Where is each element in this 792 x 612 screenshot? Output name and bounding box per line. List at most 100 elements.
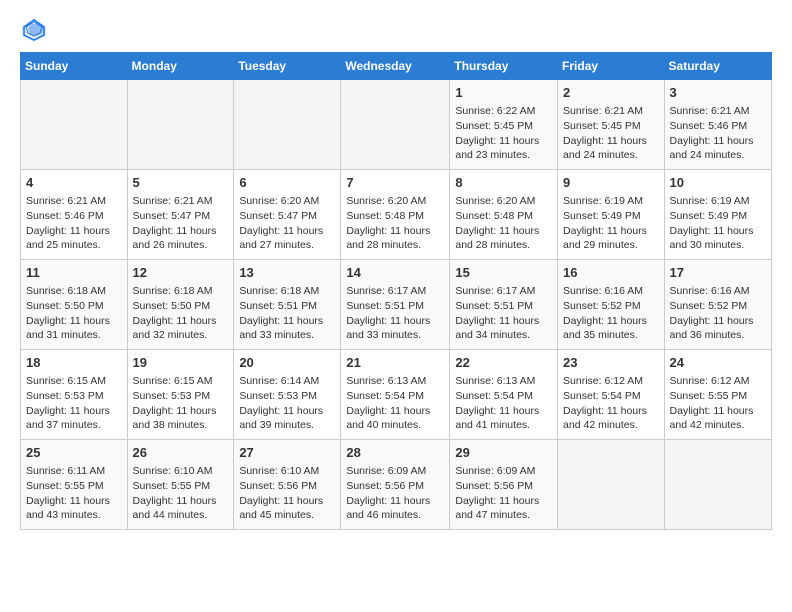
calendar-cell: 5 Sunrise: 6:21 AM Sunset: 5:47 PM Daylig…	[127, 170, 234, 260]
calendar-cell: 12 Sunrise: 6:18 AM Sunset: 5:50 PM Dayli…	[127, 260, 234, 350]
calendar-cell: 9 Sunrise: 6:19 AM Sunset: 5:49 PM Daylig…	[558, 170, 665, 260]
day-number: 13	[239, 264, 335, 282]
day-number: 22	[455, 354, 552, 372]
calendar-cell: 7 Sunrise: 6:20 AM Sunset: 5:48 PM Daylig…	[341, 170, 450, 260]
calendar-cell: 10Sunrise: 6:19 AM Sunset: 5:49 PM Dayli…	[664, 170, 771, 260]
cell-content: Sunrise: 6:15 AM Sunset: 5:53 PM Dayligh…	[133, 374, 229, 433]
cell-content: Sunrise: 6:17 AM Sunset: 5:51 PM Dayligh…	[346, 284, 444, 343]
cell-content: Sunrise: 6:20 AM Sunset: 5:48 PM Dayligh…	[455, 194, 552, 253]
cell-content: Sunrise: 6:10 AM Sunset: 5:56 PM Dayligh…	[239, 464, 335, 523]
calendar-cell: 25 Sunrise: 6:11 AM Sunset: 5:55 PM Dayli…	[21, 440, 128, 530]
day-number: 29	[455, 444, 552, 462]
day-number: 23	[563, 354, 659, 372]
calendar-cell	[341, 80, 450, 170]
column-header-monday: Monday	[127, 53, 234, 80]
calendar-cell: 16 Sunrise: 6:16 AM Sunset: 5:52 PM Dayli…	[558, 260, 665, 350]
calendar-cell: 15 Sunrise: 6:17 AM Sunset: 5:51 PM Dayli…	[450, 260, 558, 350]
calendar-cell: 24 Sunrise: 6:12 AM Sunset: 5:55 PM Dayli…	[664, 350, 771, 440]
cell-content: Sunrise: 6:17 AM Sunset: 5:51 PM Dayligh…	[455, 284, 552, 343]
day-number: 21	[346, 354, 444, 372]
day-number: 25	[26, 444, 122, 462]
cell-content: Sunrise: 6:16 AM Sunset: 5:52 PM Dayligh…	[670, 284, 766, 343]
calendar-cell: 21 Sunrise: 6:13 AM Sunset: 5:54 PM Dayli…	[341, 350, 450, 440]
cell-content: Sunrise: 6:09 AM Sunset: 5:56 PM Dayligh…	[346, 464, 444, 523]
day-number: 9	[563, 174, 659, 192]
calendar-cell: 13 Sunrise: 6:18 AM Sunset: 5:51 PM Dayli…	[234, 260, 341, 350]
day-number: 16	[563, 264, 659, 282]
calendar-cell: 17 Sunrise: 6:16 AM Sunset: 5:52 PM Dayli…	[664, 260, 771, 350]
column-header-tuesday: Tuesday	[234, 53, 341, 80]
cell-content: Sunrise: 6:21 AM Sunset: 5:46 PM Dayligh…	[670, 104, 766, 163]
calendar-week-row: 11Sunrise: 6:18 AM Sunset: 5:50 PM Dayli…	[21, 260, 772, 350]
day-number: 14	[346, 264, 444, 282]
cell-content: Sunrise: 6:18 AM Sunset: 5:51 PM Dayligh…	[239, 284, 335, 343]
day-number: 18	[26, 354, 122, 372]
column-header-saturday: Saturday	[664, 53, 771, 80]
calendar-cell: 20Sunrise: 6:14 AM Sunset: 5:53 PM Dayli…	[234, 350, 341, 440]
column-header-sunday: Sunday	[21, 53, 128, 80]
column-header-wednesday: Wednesday	[341, 53, 450, 80]
cell-content: Sunrise: 6:21 AM Sunset: 5:47 PM Dayligh…	[133, 194, 229, 253]
column-header-friday: Friday	[558, 53, 665, 80]
cell-content: Sunrise: 6:13 AM Sunset: 5:54 PM Dayligh…	[455, 374, 552, 433]
calendar-cell: 18 Sunrise: 6:15 AM Sunset: 5:53 PM Dayli…	[21, 350, 128, 440]
day-number: 12	[133, 264, 229, 282]
day-number: 17	[670, 264, 766, 282]
calendar-cell	[127, 80, 234, 170]
calendar-cell: 29 Sunrise: 6:09 AM Sunset: 5:56 PM Dayli…	[450, 440, 558, 530]
day-number: 3	[670, 84, 766, 102]
cell-content: Sunrise: 6:09 AM Sunset: 5:56 PM Dayligh…	[455, 464, 552, 523]
calendar-cell: 4 Sunrise: 6:21 AM Sunset: 5:46 PM Daylig…	[21, 170, 128, 260]
cell-content: Sunrise: 6:20 AM Sunset: 5:48 PM Dayligh…	[346, 194, 444, 253]
cell-content: Sunrise: 6:22 AM Sunset: 5:45 PM Dayligh…	[455, 104, 552, 163]
calendar-cell	[558, 440, 665, 530]
cell-content: Sunrise: 6:12 AM Sunset: 5:55 PM Dayligh…	[670, 374, 766, 433]
calendar-cell: 3 Sunrise: 6:21 AM Sunset: 5:46 PM Daylig…	[664, 80, 771, 170]
day-number: 15	[455, 264, 552, 282]
calendar-cell: 27 Sunrise: 6:10 AM Sunset: 5:56 PM Dayli…	[234, 440, 341, 530]
calendar-cell	[21, 80, 128, 170]
calendar-cell: 26 Sunrise: 6:10 AM Sunset: 5:55 PM Dayli…	[127, 440, 234, 530]
calendar-cell: 1 Sunrise: 6:22 AM Sunset: 5:45 PM Daylig…	[450, 80, 558, 170]
cell-content: Sunrise: 6:15 AM Sunset: 5:53 PM Dayligh…	[26, 374, 122, 433]
calendar-cell: 14 Sunrise: 6:17 AM Sunset: 5:51 PM Dayli…	[341, 260, 450, 350]
day-number: 28	[346, 444, 444, 462]
cell-content: Sunrise: 6:11 AM Sunset: 5:55 PM Dayligh…	[26, 464, 122, 523]
day-number: 20	[239, 354, 335, 372]
calendar-cell: 11Sunrise: 6:18 AM Sunset: 5:50 PM Dayli…	[21, 260, 128, 350]
day-number: 19	[133, 354, 229, 372]
cell-content: Sunrise: 6:10 AM Sunset: 5:55 PM Dayligh…	[133, 464, 229, 523]
cell-content: Sunrise: 6:21 AM Sunset: 5:45 PM Dayligh…	[563, 104, 659, 163]
cell-content: Sunrise: 6:21 AM Sunset: 5:46 PM Dayligh…	[26, 194, 122, 253]
calendar-cell: 8 Sunrise: 6:20 AM Sunset: 5:48 PM Daylig…	[450, 170, 558, 260]
calendar-cell	[664, 440, 771, 530]
day-number: 27	[239, 444, 335, 462]
day-number: 1	[455, 84, 552, 102]
day-number: 5	[133, 174, 229, 192]
calendar-cell: 23 Sunrise: 6:12 AM Sunset: 5:54 PM Dayli…	[558, 350, 665, 440]
calendar-table: SundayMondayTuesdayWednesdayThursdayFrid…	[20, 52, 772, 530]
cell-content: Sunrise: 6:13 AM Sunset: 5:54 PM Dayligh…	[346, 374, 444, 433]
cell-content: Sunrise: 6:16 AM Sunset: 5:52 PM Dayligh…	[563, 284, 659, 343]
calendar-cell: 22 Sunrise: 6:13 AM Sunset: 5:54 PM Dayli…	[450, 350, 558, 440]
calendar-cell	[234, 80, 341, 170]
calendar-cell: 19 Sunrise: 6:15 AM Sunset: 5:53 PM Dayli…	[127, 350, 234, 440]
logo	[20, 16, 52, 44]
day-number: 4	[26, 174, 122, 192]
day-number: 7	[346, 174, 444, 192]
column-header-thursday: Thursday	[450, 53, 558, 80]
calendar-cell: 6Sunrise: 6:20 AM Sunset: 5:47 PM Daylig…	[234, 170, 341, 260]
day-number: 8	[455, 174, 552, 192]
calendar-week-row: 18 Sunrise: 6:15 AM Sunset: 5:53 PM Dayli…	[21, 350, 772, 440]
cell-content: Sunrise: 6:19 AM Sunset: 5:49 PM Dayligh…	[563, 194, 659, 253]
day-number: 24	[670, 354, 766, 372]
day-number: 6	[239, 174, 335, 192]
day-number: 2	[563, 84, 659, 102]
calendar-week-row: 4 Sunrise: 6:21 AM Sunset: 5:46 PM Daylig…	[21, 170, 772, 260]
cell-content: Sunrise: 6:19 AM Sunset: 5:49 PM Dayligh…	[670, 194, 766, 253]
calendar-week-row: 1 Sunrise: 6:22 AM Sunset: 5:45 PM Daylig…	[21, 80, 772, 170]
cell-content: Sunrise: 6:12 AM Sunset: 5:54 PM Dayligh…	[563, 374, 659, 433]
cell-content: Sunrise: 6:18 AM Sunset: 5:50 PM Dayligh…	[133, 284, 229, 343]
cell-content: Sunrise: 6:18 AM Sunset: 5:50 PM Dayligh…	[26, 284, 122, 343]
day-number: 26	[133, 444, 229, 462]
